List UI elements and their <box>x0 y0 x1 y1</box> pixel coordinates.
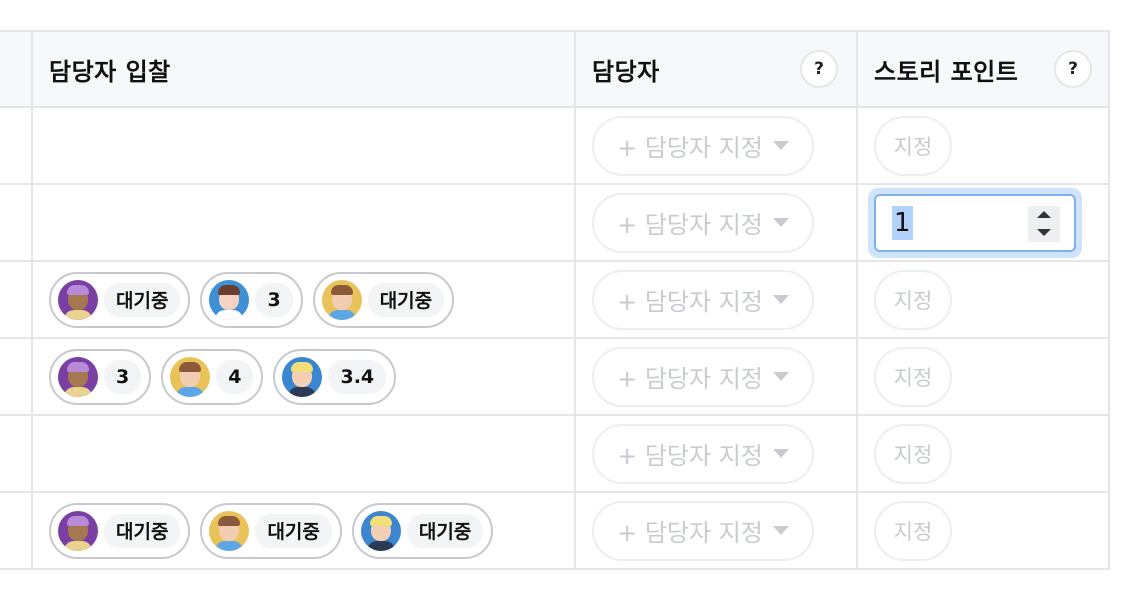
assign-assignee-label: + 담당자 지정 <box>617 288 763 316</box>
avatar <box>360 510 401 551</box>
bids-cell <box>33 416 576 491</box>
bid-value: 대기중 <box>367 282 445 317</box>
bids-cell: 3 4 3.4 <box>33 339 576 414</box>
caret-down-icon <box>772 218 789 227</box>
points-cell: 지정 <box>858 416 1110 491</box>
story-point-value: 1 <box>892 205 913 240</box>
caret-down-icon <box>772 449 789 458</box>
bid-chip[interactable]: 대기중 <box>200 502 342 559</box>
set-story-point-button[interactable]: 지정 <box>874 115 952 176</box>
stepper-down-icon[interactable] <box>1037 229 1051 236</box>
bids-cell <box>33 108 576 183</box>
row-leading-cell <box>0 493 33 568</box>
assign-assignee-label: + 담당자 지정 <box>617 519 763 547</box>
caret-down-icon <box>772 295 789 304</box>
caret-down-icon <box>772 141 789 150</box>
assign-assignee-label: + 담당자 지정 <box>617 442 763 470</box>
table-row: 3 4 3.4 + 담당자 지정 지정 <box>0 339 1110 416</box>
points-help-icon[interactable]: ? <box>1054 50 1092 88</box>
bids-cell: 대기중 3 대기중 <box>33 262 576 337</box>
bids-cell <box>33 185 576 260</box>
set-story-point-button[interactable]: 지정 <box>874 500 952 561</box>
set-story-point-button[interactable]: 지정 <box>874 423 952 484</box>
bid-chip[interactable]: 대기중 <box>49 502 191 559</box>
caret-down-icon <box>772 372 789 381</box>
bid-value: 대기중 <box>104 282 181 317</box>
bid-chip[interactable]: 4 <box>161 348 264 405</box>
bid-value: 대기중 <box>104 513 181 548</box>
bid-chip[interactable]: 대기중 <box>49 271 191 328</box>
assignee-column-title: 담당자 <box>592 57 660 86</box>
assignee-cell: + 담당자 지정 <box>576 416 858 491</box>
assign-assignee-button[interactable]: + 담당자 지정 <box>592 423 814 484</box>
header-cell-points: 스토리 포인트 ? <box>858 32 1110 106</box>
bid-value: 3.4 <box>328 359 387 394</box>
assign-assignee-label: + 담당자 지정 <box>617 134 763 162</box>
points-column-title: 스토리 포인트 <box>874 57 1019 86</box>
set-story-point-button[interactable]: 지정 <box>874 269 952 330</box>
table-header-row: 담당자 입찰 담당자 ? 스토리 포인트 ? <box>0 30 1110 108</box>
row-leading-cell <box>0 416 33 491</box>
bid-value: 4 <box>216 359 254 394</box>
assign-assignee-button[interactable]: + 담당자 지정 <box>592 115 814 176</box>
stepper-up-icon[interactable] <box>1037 211 1051 218</box>
bids-column-title: 담당자 입찰 <box>49 57 171 86</box>
caret-down-icon <box>772 526 789 535</box>
bid-chip[interactable]: 대기중 <box>312 271 455 328</box>
avatar <box>209 510 250 551</box>
avatar <box>58 356 98 397</box>
bid-chip[interactable]: 3 <box>200 271 303 328</box>
table-row: + 담당자 지정 1 <box>0 185 1110 262</box>
assign-assignee-label: + 담당자 지정 <box>617 365 763 393</box>
bid-value: 3 <box>255 282 293 317</box>
assignee-cell: + 담당자 지정 <box>576 185 858 260</box>
row-leading-cell <box>0 262 33 337</box>
points-cell: 지정 <box>858 262 1110 337</box>
table-row: 대기중 3 대기중 + 담당자 지정 지정 <box>0 262 1110 339</box>
story-table: 담당자 입찰 담당자 ? 스토리 포인트 ? + 담당자 지정 지정 + 담당자 지… <box>0 30 1110 570</box>
bid-chip[interactable]: 대기중 <box>351 502 494 559</box>
avatar <box>209 279 250 320</box>
avatar <box>282 356 323 397</box>
assignee-cell: + 담당자 지정 <box>576 493 858 568</box>
bid-value: 대기중 <box>406 513 484 548</box>
assignee-cell: + 담당자 지정 <box>576 108 858 183</box>
points-cell: 지정 <box>858 493 1110 568</box>
assign-assignee-button[interactable]: + 담당자 지정 <box>592 269 814 330</box>
table-row: + 담당자 지정 지정 <box>0 416 1110 493</box>
story-point-input[interactable]: 1 <box>874 193 1076 252</box>
assignee-cell: + 담당자 지정 <box>576 262 858 337</box>
points-cell: 지정 <box>858 108 1110 183</box>
bid-value: 3 <box>104 359 142 394</box>
avatar <box>321 279 362 320</box>
avatar <box>170 356 211 397</box>
story-point-focus-ring: 1 <box>868 187 1082 258</box>
points-cell: 지정 <box>858 339 1110 414</box>
row-leading-cell <box>0 339 33 414</box>
assignee-cell: + 담당자 지정 <box>576 339 858 414</box>
avatar <box>58 279 98 320</box>
number-stepper[interactable] <box>1028 205 1060 242</box>
assign-assignee-button[interactable]: + 담당자 지정 <box>592 192 814 253</box>
bid-chip[interactable]: 3 <box>49 348 152 405</box>
header-cell-leading <box>0 32 33 106</box>
avatar <box>58 510 98 551</box>
bid-chip[interactable]: 3.4 <box>273 348 397 405</box>
assign-assignee-button[interactable]: + 담당자 지정 <box>592 346 814 407</box>
points-cell: 1 <box>858 185 1110 260</box>
set-story-point-button[interactable]: 지정 <box>874 346 952 407</box>
assignee-help-icon[interactable]: ? <box>800 50 838 88</box>
header-cell-bids: 담당자 입찰 <box>33 32 576 106</box>
table-row: + 담당자 지정 지정 <box>0 108 1110 185</box>
assign-assignee-label: + 담당자 지정 <box>617 211 763 239</box>
row-leading-cell <box>0 185 33 260</box>
bids-cell: 대기중 대기중 대기중 <box>33 493 576 568</box>
row-leading-cell <box>0 108 33 183</box>
bid-value: 대기중 <box>255 513 332 548</box>
table-row: 대기중 대기중 대기중 + 담당자 지정 지정 <box>0 493 1110 570</box>
assign-assignee-button[interactable]: + 담당자 지정 <box>592 500 814 561</box>
header-cell-assignee: 담당자 ? <box>576 32 858 106</box>
